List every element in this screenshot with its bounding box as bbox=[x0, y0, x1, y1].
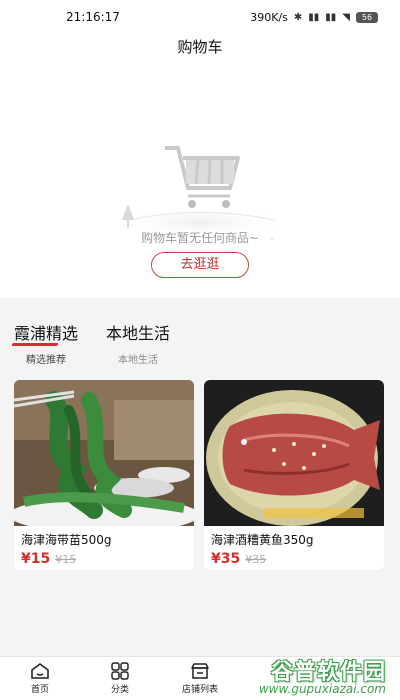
nav-item-home[interactable]: 首页 bbox=[0, 657, 80, 700]
product-list: 海津海带苗500g ¥15 ¥15 海津酒糟黄鱼350g ¥35 ¥35 bbox=[14, 380, 384, 570]
signal-icon-2: ▮▮ bbox=[325, 11, 337, 23]
recommend-section: 霞浦精选 精选推荐 本地生活 本地生活 海津海带苗500g ¥15 ¥15 海津… bbox=[0, 298, 400, 656]
tab-xiapu-selection[interactable]: 霞浦精选 精选推荐 bbox=[14, 320, 78, 366]
nav-label: 首页 bbox=[30, 685, 49, 695]
go-shopping-button[interactable]: 去逛逛 bbox=[151, 252, 249, 278]
product-price: ¥15 bbox=[21, 551, 51, 567]
product-image-fish bbox=[204, 380, 384, 526]
product-price-row: ¥35 ¥35 bbox=[204, 548, 384, 570]
product-original-price: ¥15 bbox=[55, 553, 77, 566]
tab-title: 本地生活 bbox=[106, 324, 171, 343]
tab-subtitle: 本地生活 bbox=[118, 355, 159, 366]
tab-subtitle: 精选推荐 bbox=[26, 355, 66, 366]
product-price: ¥35 bbox=[211, 551, 241, 567]
product-card[interactable]: 海津酒糟黄鱼350g ¥35 ¥35 bbox=[204, 380, 384, 570]
wifi-icon: ◥ bbox=[342, 11, 350, 23]
watermark-url: www.gupuxiazai.com bbox=[258, 682, 386, 696]
status-right: 390K/s ✱ ▮▮ ▮▮ ◥ 56 bbox=[250, 11, 378, 24]
bluetooth-icon: ✱ bbox=[293, 11, 303, 23]
signal-icon: ▮▮ bbox=[308, 11, 320, 23]
empty-cart-illustration bbox=[110, 146, 290, 240]
product-original-price: ¥35 bbox=[245, 553, 267, 566]
product-image-kelp bbox=[14, 380, 194, 526]
product-name: 海津海带苗500g bbox=[21, 533, 112, 547]
network-speed: 390K/s bbox=[250, 10, 288, 24]
watermark: 谷普软件园 www.gupuxiazai.com bbox=[198, 654, 394, 696]
nav-label: 分类 bbox=[110, 685, 129, 695]
nav-item-category[interactable]: 分类 bbox=[80, 657, 160, 700]
home-icon bbox=[31, 663, 49, 679]
battery-icon: 56 bbox=[356, 11, 378, 23]
product-price-row: ¥15 ¥15 bbox=[14, 548, 194, 570]
status-bar: 21:16:17 390K/s ✱ ▮▮ ▮▮ ◥ 56 bbox=[0, 0, 400, 34]
page-title: 购物车 bbox=[177, 38, 223, 56]
tab-title: 霞浦精选 bbox=[14, 320, 78, 344]
recommend-tabs: 霞浦精选 精选推荐 本地生活 本地生活 bbox=[14, 320, 170, 366]
status-time: 21:16:17 bbox=[66, 10, 120, 24]
grid-icon bbox=[111, 662, 129, 680]
product-name: 海津酒糟黄鱼350g bbox=[211, 533, 314, 547]
tab-local-life[interactable]: 本地生活 本地生活 bbox=[106, 320, 170, 366]
product-card[interactable]: 海津海带苗500g ¥15 ¥15 bbox=[14, 380, 194, 570]
empty-cart-message: 购物车暂无任何商品~ bbox=[140, 231, 260, 245]
